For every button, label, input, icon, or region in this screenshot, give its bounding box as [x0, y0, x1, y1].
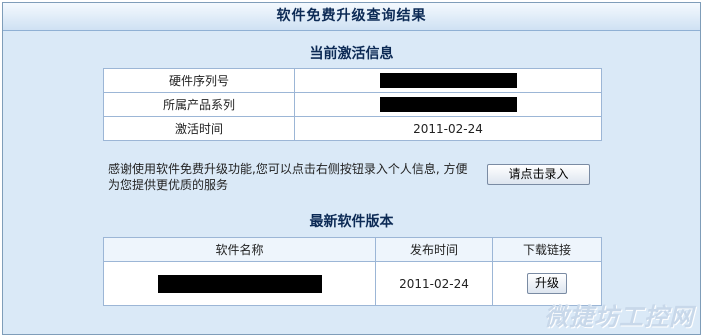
software-name-cell [103, 261, 376, 306]
hardware-serial-value [294, 68, 602, 93]
table-row: 激活时间 2011-02-24 [103, 116, 602, 141]
panel-header: 软件免费升级查询结果 [3, 3, 700, 31]
product-series-label: 所属产品系列 [103, 92, 295, 117]
table-row: 硬件序列号 [103, 68, 602, 93]
info-note: 感谢使用软件免费升级功能,您可以点击右侧按钮录入个人信息, 方便为您提供更优质的… [108, 162, 468, 192]
latest-version-title: 最新软件版本 [309, 214, 394, 230]
column-header-software-name: 软件名称 [103, 237, 376, 262]
release-time-cell: 2011-02-24 [375, 261, 493, 306]
register-info-button[interactable]: 请点击录入 [487, 164, 590, 185]
site-watermark: 微捷坊工控网 [544, 303, 694, 331]
column-header-release-time: 发布时间 [375, 237, 493, 262]
redacted-block [379, 97, 517, 112]
activation-time-label: 激活时间 [103, 116, 295, 141]
latest-version-table: 软件名称 发布时间 下载链接 2011-02-24 升级 [103, 237, 602, 306]
results-panel: 软件免费升级查询结果 当前激活信息 硬件序列号 所属产品系列 激活时间 2011… [2, 2, 701, 335]
activation-table: 硬件序列号 所属产品系列 激活时间 2011-02-24 [103, 68, 602, 141]
table-header-row: 软件名称 发布时间 下载链接 [103, 237, 602, 262]
hardware-serial-label: 硬件序列号 [103, 68, 295, 93]
column-header-download-link: 下载链接 [492, 237, 602, 262]
redacted-block [157, 274, 322, 293]
table-row: 2011-02-24 升级 [103, 261, 602, 306]
upgrade-button[interactable]: 升级 [527, 273, 567, 294]
redacted-block [379, 73, 517, 88]
table-row: 所属产品系列 [103, 92, 602, 117]
activation-info-title: 当前激活信息 [309, 46, 394, 62]
activation-time-value: 2011-02-24 [294, 116, 602, 141]
product-series-value [294, 92, 602, 117]
